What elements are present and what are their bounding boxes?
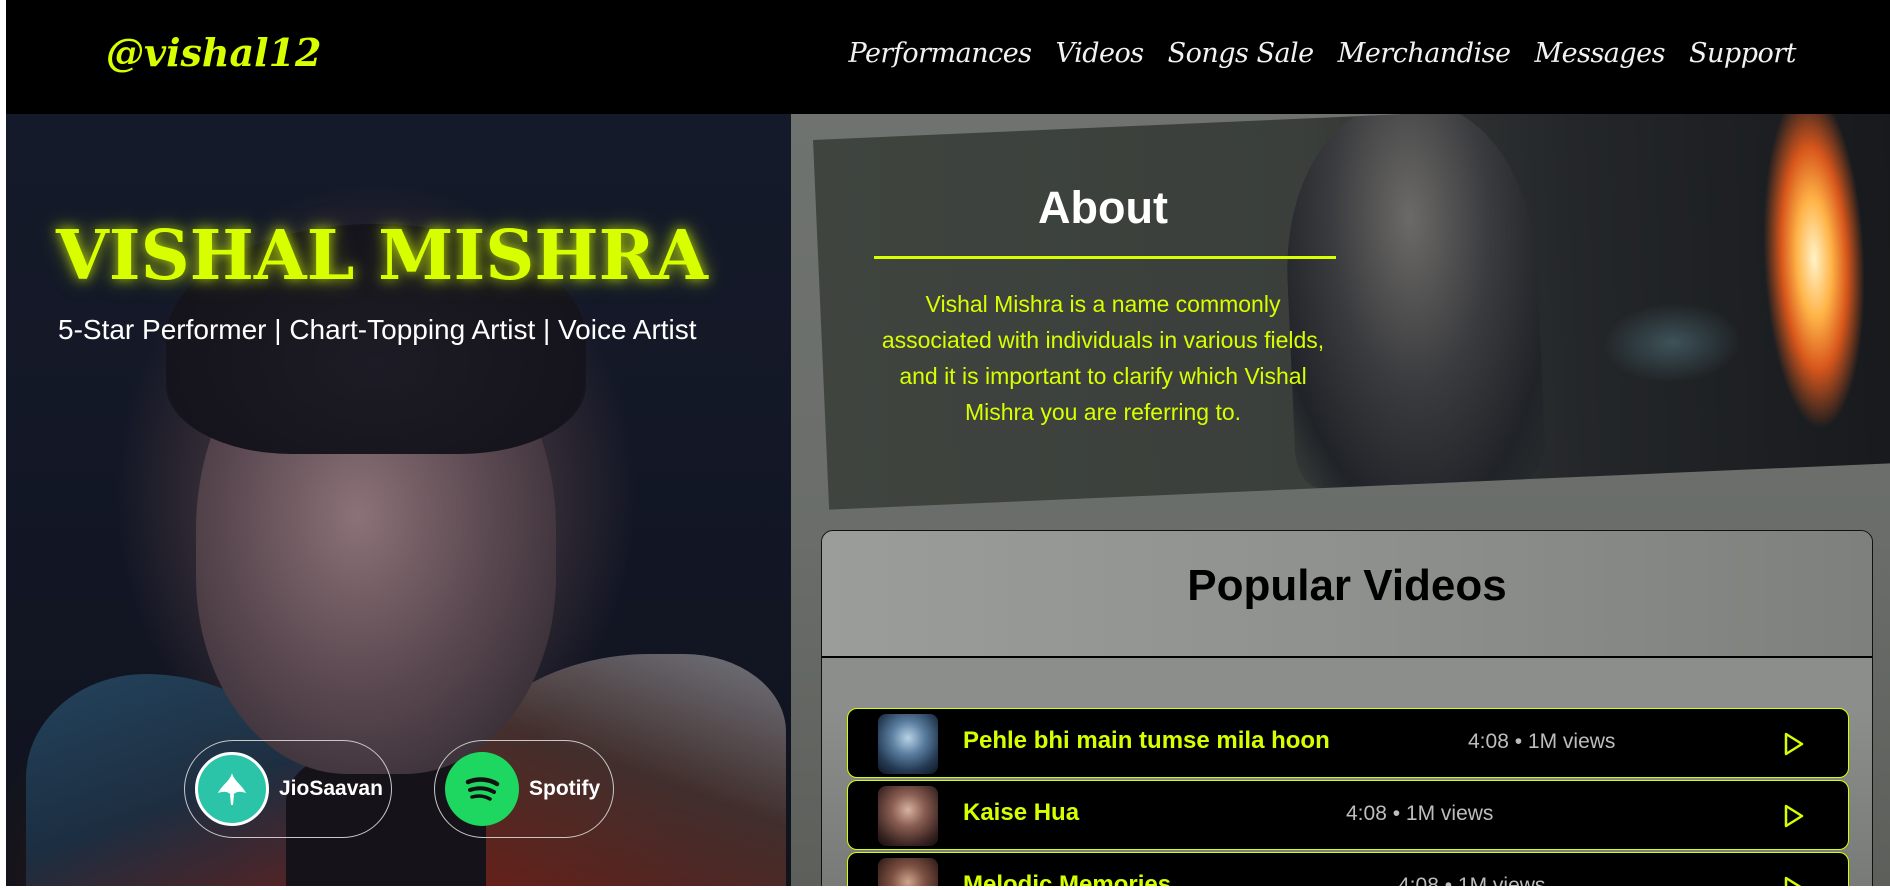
video-row[interactable]: Melodic Memories 4:08 • 1M views xyxy=(847,852,1849,886)
artist-tagline: 5-Star Performer | Chart-Topping Artist … xyxy=(58,314,697,345)
spotify-icon xyxy=(445,752,519,826)
about-text: Vishal Mishra is a name commonly associa… xyxy=(881,291,1325,425)
about-divider xyxy=(874,256,1336,259)
play-icon[interactable] xyxy=(1783,731,1805,757)
spotify-label: Spotify xyxy=(529,777,601,800)
video-title: Melodic Memories xyxy=(963,871,1172,886)
nav-link-messages[interactable]: Messages xyxy=(1534,38,1665,69)
about-title: About xyxy=(1038,182,1168,233)
nav-link-songs-sale[interactable]: Songs Sale xyxy=(1168,38,1315,69)
video-thumbnail xyxy=(878,714,938,774)
jiosaavn-button[interactable]: JioSaavan xyxy=(184,740,392,838)
video-title: Kaise Hua xyxy=(963,799,1080,826)
video-meta: 4:08 • 1M views xyxy=(1398,874,1546,886)
spotify-button[interactable]: Spotify xyxy=(434,740,614,838)
video-thumbnail xyxy=(878,786,938,846)
hero-section: VISHAL MISHRA 5-Star Performer | Chart-T… xyxy=(6,114,791,886)
jiosaavn-label: JioSaavan xyxy=(279,777,383,800)
video-meta: 4:08 • 1M views xyxy=(1468,730,1616,753)
artist-name: VISHAL MISHRA xyxy=(56,216,708,296)
nav-links: Performances Videos Songs Sale Merchandi… xyxy=(849,38,1797,69)
video-title: Pehle bhi main tumse mila hoon xyxy=(963,727,1330,754)
nav-link-support[interactable]: Support xyxy=(1689,38,1796,69)
nav-link-merchandise[interactable]: Merchandise xyxy=(1338,38,1511,69)
navbar: @vishal12 Performances Videos Songs Sale… xyxy=(6,0,1890,114)
popular-videos-panel: Popular Videos Pehle bhi main tumse mila… xyxy=(821,530,1873,886)
about-background-light xyxy=(1600,299,1745,386)
popular-videos-title: Popular Videos xyxy=(1187,561,1507,610)
video-meta: 4:08 • 1M views xyxy=(1346,802,1494,825)
video-row[interactable]: Pehle bhi main tumse mila hoon 4:08 • 1M… xyxy=(847,708,1849,778)
page: @vishal12 Performances Videos Songs Sale… xyxy=(6,0,1890,886)
about-stage-fire xyxy=(1752,114,1878,459)
play-icon[interactable] xyxy=(1783,875,1805,886)
nav-link-videos[interactable]: Videos xyxy=(1056,38,1145,69)
nav-link-performances[interactable]: Performances xyxy=(849,38,1033,69)
video-thumbnail xyxy=(878,858,938,886)
play-icon[interactable] xyxy=(1783,803,1805,829)
jiosaavn-icon xyxy=(195,752,269,826)
brand-logo[interactable]: @vishal12 xyxy=(106,30,321,75)
video-row[interactable]: Kaise Hua 4:08 • 1M views xyxy=(847,780,1849,850)
popular-videos-header: Popular Videos xyxy=(822,531,1872,658)
